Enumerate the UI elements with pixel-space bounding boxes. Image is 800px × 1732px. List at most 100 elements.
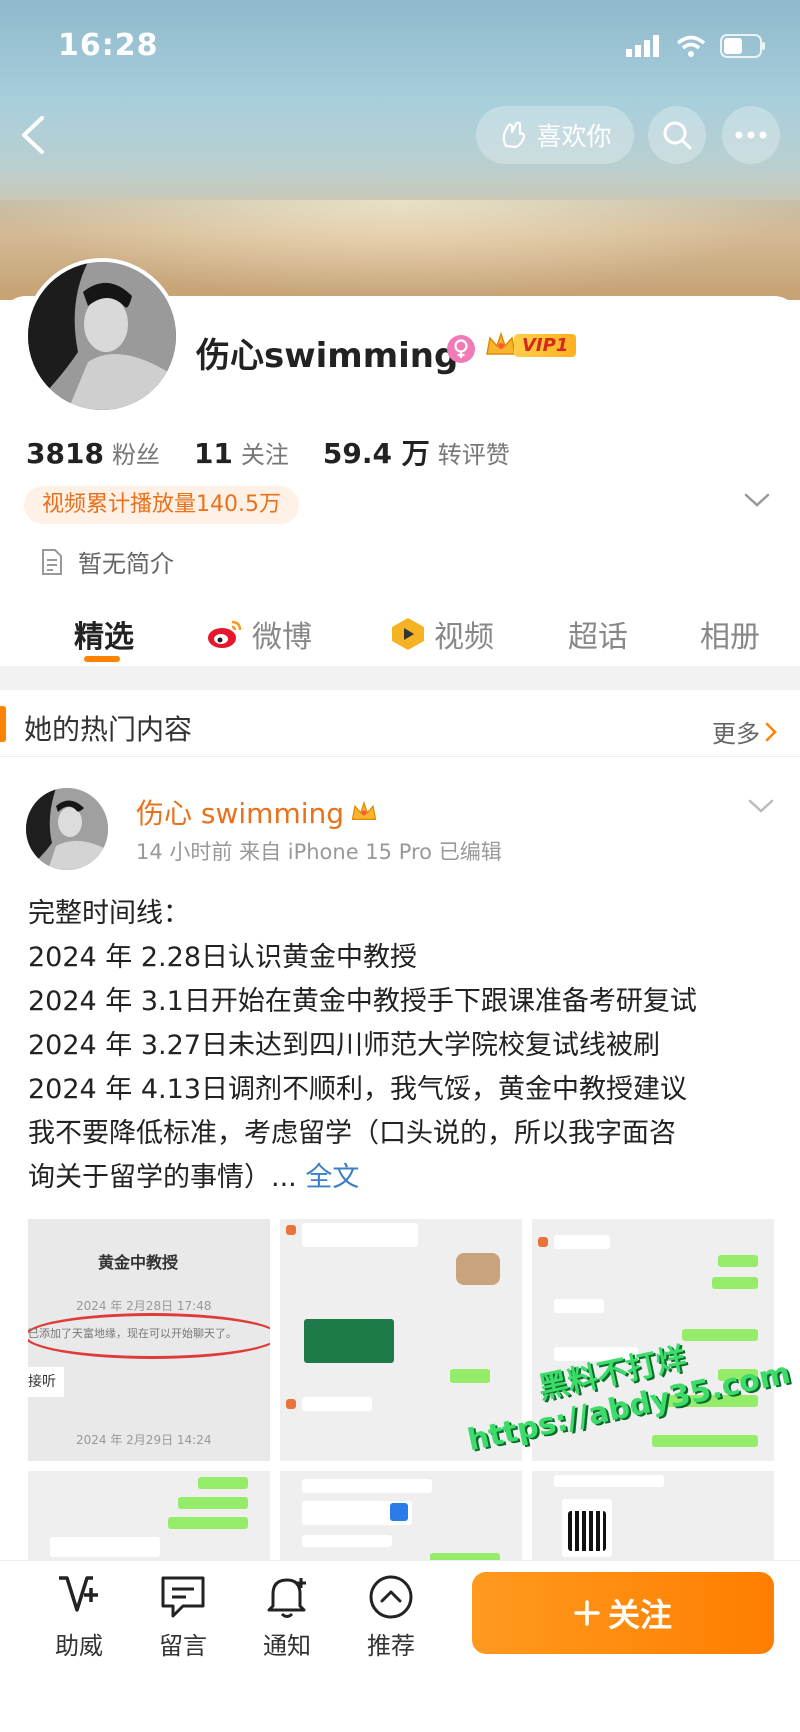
message-icon — [161, 1576, 205, 1618]
word-file-icon — [390, 1503, 408, 1521]
engagement-count[interactable]: 59.4 万 — [323, 432, 430, 472]
battery-icon — [720, 34, 765, 58]
profile-stats: 3818 粉丝 11 关注 59.4 万 转评赞 — [26, 432, 544, 472]
gender-badge — [446, 334, 476, 368]
post-line: 2024 年 3.1日开始在黄金中教授手下跟课准备考研复试 — [28, 986, 697, 1017]
message-button[interactable]: 留言 — [138, 1574, 228, 1661]
hot-more-link[interactable]: 更多 — [712, 714, 778, 749]
tab-featured-label: 精选 — [74, 620, 134, 655]
img1-date2: 2024 年 2月29日 14:24 — [76, 1433, 212, 1447]
like-you-label: 喜欢你 — [536, 122, 612, 151]
intro-text: 暂无简介 — [78, 550, 174, 578]
status-bar: 16:28 — [0, 0, 800, 95]
post-line: 2024 年 2.28日认识黄金中教授 — [28, 942, 417, 973]
chat-bubble — [718, 1255, 758, 1267]
qr-code — [568, 1511, 606, 1551]
hot-more-label: 更多 — [712, 720, 760, 748]
crown-icon — [486, 331, 516, 355]
chat-image — [304, 1319, 394, 1363]
tab-featured[interactable]: 精选 — [74, 612, 134, 656]
notify-button[interactable]: 通知 — [242, 1574, 332, 1661]
post-image-1[interactable]: 黄金中教授 2024 年 2月28日 17:48 已添加了天富地缘，现在可以开始… — [28, 1219, 270, 1461]
more-icon — [735, 131, 767, 139]
post-image-6[interactable] — [532, 1471, 774, 1561]
recommend-icon — [369, 1575, 413, 1619]
chat-bubble — [302, 1479, 432, 1493]
post-image-5[interactable] — [280, 1471, 522, 1561]
tab-weibo[interactable]: 微博 — [206, 612, 312, 656]
avatar-portrait — [28, 262, 176, 410]
post-line: 完整时间线： — [28, 898, 190, 929]
chevron-down-icon — [748, 799, 774, 813]
female-icon — [447, 335, 475, 363]
recommend-button[interactable]: 推荐 — [346, 1574, 436, 1661]
tab-album[interactable]: 相册 — [700, 612, 760, 656]
chat-bubble — [302, 1535, 392, 1547]
search-icon — [663, 121, 692, 150]
profile-tabs: 精选 微博 视频 超话 相册 — [0, 600, 800, 664]
read-full-link[interactable]: 全文 — [305, 1162, 359, 1193]
expand-profile-button[interactable] — [744, 492, 770, 512]
post-line: 询关于留学的事情）... — [28, 1162, 297, 1193]
cheer-label: 助威 — [55, 1632, 103, 1660]
post-line: 我不要降低标准，考虑留学（口头说的，所以我字面咨 — [28, 1118, 676, 1149]
tab-video-label: 视频 — [434, 620, 494, 655]
img1-side: 接听 — [28, 1367, 64, 1397]
message-label: 留言 — [159, 1632, 207, 1660]
vip-label: VIP1 — [514, 333, 577, 357]
plus-icon — [574, 1600, 600, 1626]
chat-bubble — [712, 1277, 758, 1289]
cheer-button[interactable]: 助威 — [34, 1574, 124, 1661]
tab-video[interactable]: 视频 — [390, 612, 494, 656]
post-author-label: 伤心 swimming — [136, 797, 345, 830]
post-meta: 14 小时前 来自 iPhone 15 Pro 已编辑 — [136, 840, 502, 864]
video-icon — [392, 618, 424, 650]
back-arrow-icon — [22, 116, 44, 154]
tab-album-label: 相册 — [700, 620, 760, 655]
video-play-tag[interactable]: 视频累计播放量140.5万 — [24, 486, 299, 524]
active-tab-indicator — [84, 656, 120, 662]
img1-title: 黄金中教授 — [98, 1253, 179, 1272]
profile-intro: 暂无简介 — [40, 544, 174, 579]
more-button[interactable] — [722, 106, 780, 164]
post-author-avatar[interactable] — [26, 788, 108, 870]
search-button[interactable] — [648, 106, 706, 164]
follow-button[interactable]: 关注 — [472, 1572, 774, 1654]
follow-label: 关注 — [607, 1596, 672, 1634]
like-you-button[interactable]: 喜欢你 — [476, 106, 634, 164]
chat-bubble — [198, 1477, 248, 1489]
chat-bubble — [178, 1497, 248, 1509]
chat-bubble — [302, 1223, 418, 1247]
img1-date1: 2024 年 2月28日 17:48 — [76, 1299, 212, 1313]
hot-accent-bar — [0, 706, 6, 742]
cheer-icon — [59, 1576, 98, 1612]
chevron-down-icon — [744, 493, 770, 507]
notify-label: 通知 — [263, 1632, 311, 1660]
chat-avatar — [286, 1225, 296, 1235]
chat-bubble — [302, 1397, 372, 1411]
hot-content-title: 她的热门内容 — [24, 713, 193, 746]
section-divider — [0, 666, 800, 690]
post-image-4[interactable] — [28, 1471, 270, 1561]
vip-badge[interactable]: VIP1 — [484, 330, 577, 360]
following-count[interactable]: 11 — [194, 437, 233, 470]
chat-bubble — [554, 1475, 664, 1487]
post-line-last: 询关于留学的事情）... 全文 — [28, 1156, 776, 1200]
recommend-label: 推荐 — [367, 1632, 415, 1660]
back-button[interactable] — [18, 114, 48, 160]
post-options-button[interactable] — [748, 798, 774, 818]
chat-bubble — [652, 1435, 758, 1447]
avatar[interactable] — [24, 258, 180, 414]
chat-avatar — [538, 1237, 548, 1247]
status-time: 16:28 — [58, 28, 159, 63]
tab-supertopic[interactable]: 超话 — [568, 612, 628, 656]
post-author-name[interactable]: 伤心 swimming — [136, 792, 378, 832]
chat-bubble — [168, 1517, 248, 1529]
tab-supertopic-label: 超话 — [568, 620, 628, 655]
wifi-icon — [676, 35, 706, 57]
tab-weibo-label: 微博 — [252, 620, 312, 655]
followers-count[interactable]: 3818 — [26, 437, 104, 470]
chat-bubble — [50, 1537, 160, 1557]
post-line: 2024 年 3.27日未达到四川师范大学院校复试线被刷 — [28, 1030, 660, 1061]
img1-msg: 已添加了天富地缘，现在可以开始聊天了。 — [28, 1327, 237, 1340]
